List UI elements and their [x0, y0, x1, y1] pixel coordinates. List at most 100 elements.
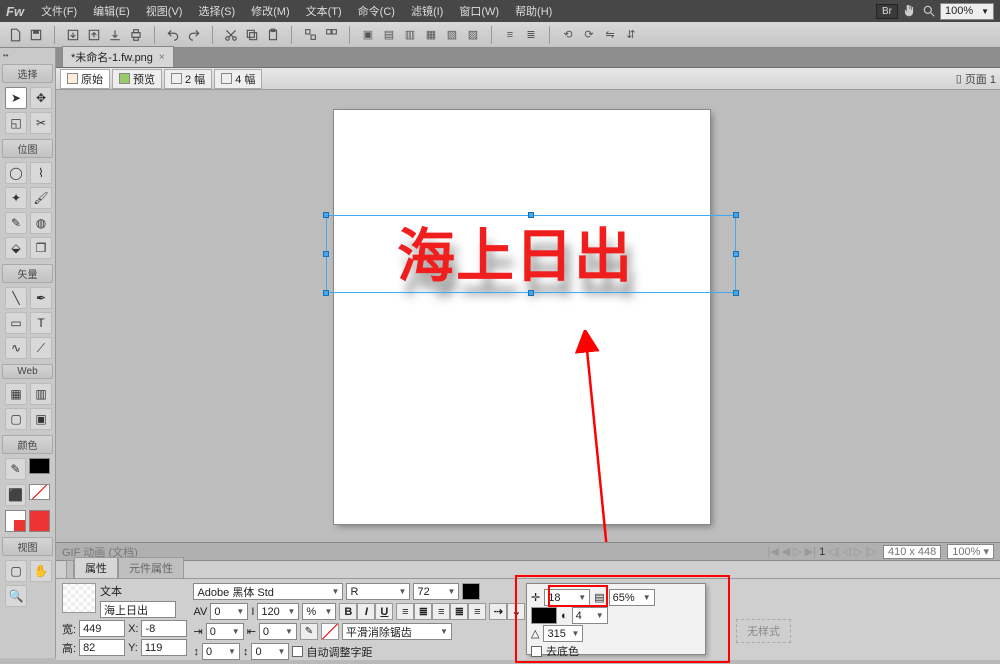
pencil-tool-icon[interactable]: ✎: [5, 212, 27, 234]
hand-icon[interactable]: ✋: [30, 560, 52, 582]
flip-h-icon[interactable]: ⇋: [601, 26, 619, 44]
zoom-tool-icon[interactable]: [920, 2, 938, 20]
undo-icon[interactable]: [164, 26, 182, 44]
paste-icon[interactable]: [264, 26, 282, 44]
crop-tool-icon[interactable]: ✂: [30, 112, 52, 134]
import-icon[interactable]: [64, 26, 82, 44]
export-icon[interactable]: [85, 26, 103, 44]
kern-input[interactable]: 0▼: [210, 603, 248, 620]
font-style-select[interactable]: R▼: [346, 583, 410, 600]
show-slice-icon[interactable]: ▣: [30, 408, 52, 430]
tab-symbol[interactable]: 元件属性: [118, 557, 184, 578]
freeform-tool-icon[interactable]: ∿: [5, 337, 27, 359]
front-icon[interactable]: ▣: [359, 26, 377, 44]
italic-button[interactable]: I: [357, 603, 375, 620]
view-original[interactable]: 原始: [60, 69, 110, 89]
new-file-icon[interactable]: [6, 26, 24, 44]
underline-button[interactable]: U: [375, 603, 393, 620]
handle-b[interactable]: [528, 290, 534, 296]
para-after-input[interactable]: 0▼: [251, 643, 289, 660]
line-tool-icon[interactable]: ╲: [5, 287, 27, 309]
print-icon[interactable]: [127, 26, 145, 44]
auto-kern-checkbox[interactable]: 自动调整字距: [292, 644, 372, 660]
swap-colors-icon[interactable]: [29, 510, 50, 532]
menu-text[interactable]: 文本(T): [299, 1, 349, 21]
stack2-icon[interactable]: ▨: [464, 26, 482, 44]
handle-br[interactable]: [733, 290, 739, 296]
backward-icon[interactable]: ▥: [401, 26, 419, 44]
default-colors-icon[interactable]: [5, 510, 26, 532]
text-tool-icon[interactable]: T: [30, 312, 52, 334]
bold-button[interactable]: B: [339, 603, 357, 620]
rotate-ccw-icon[interactable]: ⟲: [559, 26, 577, 44]
text-horiz-button[interactable]: ⇢: [489, 603, 507, 620]
lasso-tool-icon[interactable]: ⌇: [30, 162, 52, 184]
stack-icon[interactable]: ▧: [443, 26, 461, 44]
menu-edit[interactable]: 编辑(E): [86, 1, 137, 21]
rotate-cw-icon[interactable]: ⟳: [580, 26, 598, 44]
stroke-picker-icon[interactable]: ✎: [5, 458, 26, 480]
align-right-button[interactable]: ≡: [432, 603, 450, 620]
canvas[interactable]: [334, 110, 710, 524]
wand-tool-icon[interactable]: ✦: [5, 187, 27, 209]
save-icon[interactable]: [27, 26, 45, 44]
marquee-tool-icon[interactable]: ◯: [5, 162, 27, 184]
font-size-select[interactable]: 72▼: [413, 583, 459, 600]
menu-file[interactable]: 文件(F): [34, 1, 84, 21]
y-input[interactable]: 119: [141, 639, 187, 656]
menu-help[interactable]: 帮助(H): [508, 1, 559, 21]
menu-window[interactable]: 窗口(W): [452, 1, 506, 21]
view-preview[interactable]: 预览: [112, 69, 162, 89]
zoom-icon[interactable]: 🔍: [5, 585, 27, 607]
menu-view[interactable]: 视图(V): [139, 1, 190, 21]
rect-tool-icon[interactable]: ▭: [5, 312, 27, 334]
back-icon[interactable]: ▦: [422, 26, 440, 44]
menu-filters[interactable]: 滤镜(I): [404, 1, 450, 21]
align-center-button[interactable]: ≣: [414, 603, 432, 620]
bucket-tool-icon[interactable]: ⬙: [5, 237, 27, 259]
page-indicator[interactable]: ▯ 页面 1: [956, 71, 996, 87]
menu-commands[interactable]: 命令(C): [351, 1, 402, 21]
bridge-button[interactable]: Br: [876, 4, 898, 19]
canvas-viewport[interactable]: 海上日出 海上日出: [56, 90, 1000, 542]
view-4up[interactable]: 4 幅: [214, 69, 262, 89]
height-input[interactable]: 82: [79, 639, 125, 656]
align-justify-button[interactable]: ≣: [450, 603, 468, 620]
indent-right-input[interactable]: 0▼: [259, 623, 297, 640]
para-before-input[interactable]: 0▼: [202, 643, 240, 660]
color-swatch-icon[interactable]: [462, 583, 480, 600]
align-stretch-button[interactable]: ≡: [468, 603, 486, 620]
stroke-sample-icon[interactable]: ✎: [300, 623, 318, 640]
align-left-button[interactable]: ≡: [396, 603, 414, 620]
eraser-tool-icon[interactable]: ◍: [30, 212, 52, 234]
fill-picker-icon[interactable]: ⬛: [5, 484, 26, 506]
document-tab[interactable]: *未命名-1.fw.png ×: [62, 46, 174, 67]
screen-mode-icon[interactable]: ▢: [5, 560, 27, 582]
tab-properties[interactable]: 属性: [74, 557, 118, 578]
handle-bl[interactable]: [323, 290, 329, 296]
align-left-icon[interactable]: ≡: [501, 26, 519, 44]
handle-l[interactable]: [323, 251, 329, 257]
menu-select[interactable]: 选择(S): [191, 1, 242, 21]
stamp-tool-icon[interactable]: ❒: [30, 237, 52, 259]
fill-sample-icon[interactable]: [321, 623, 339, 640]
scale-tool-icon[interactable]: ◱: [5, 112, 27, 134]
redo-icon[interactable]: [185, 26, 203, 44]
pointer-tool-icon[interactable]: ➤: [5, 87, 27, 109]
x-input[interactable]: -8: [141, 620, 187, 637]
lead-unit[interactable]: %▼: [302, 603, 336, 620]
brush-tool-icon[interactable]: 🖌: [30, 187, 52, 209]
antialias-select[interactable]: 平滑消除锯齿▼: [342, 623, 452, 640]
stroke-swatch[interactable]: [29, 458, 50, 474]
fill-swatch[interactable]: [29, 484, 50, 500]
hide-slice-icon[interactable]: ▢: [5, 408, 27, 430]
handle-t[interactable]: [528, 212, 534, 218]
frame-nav[interactable]: |◀ ◀ ▷ ▶| 1 ◁| ◁ ▷ |▷: [767, 545, 877, 558]
panel-tabs-icon[interactable]: ••: [2, 50, 53, 61]
object-name-input[interactable]: 海上日出: [100, 601, 176, 618]
copy-icon[interactable]: [243, 26, 261, 44]
zoom-selector[interactable]: 100%▼: [940, 3, 994, 20]
handle-tl[interactable]: [323, 212, 329, 218]
subselect-tool-icon[interactable]: ✥: [30, 87, 52, 109]
hotspot-tool-icon[interactable]: ▦: [5, 383, 27, 405]
